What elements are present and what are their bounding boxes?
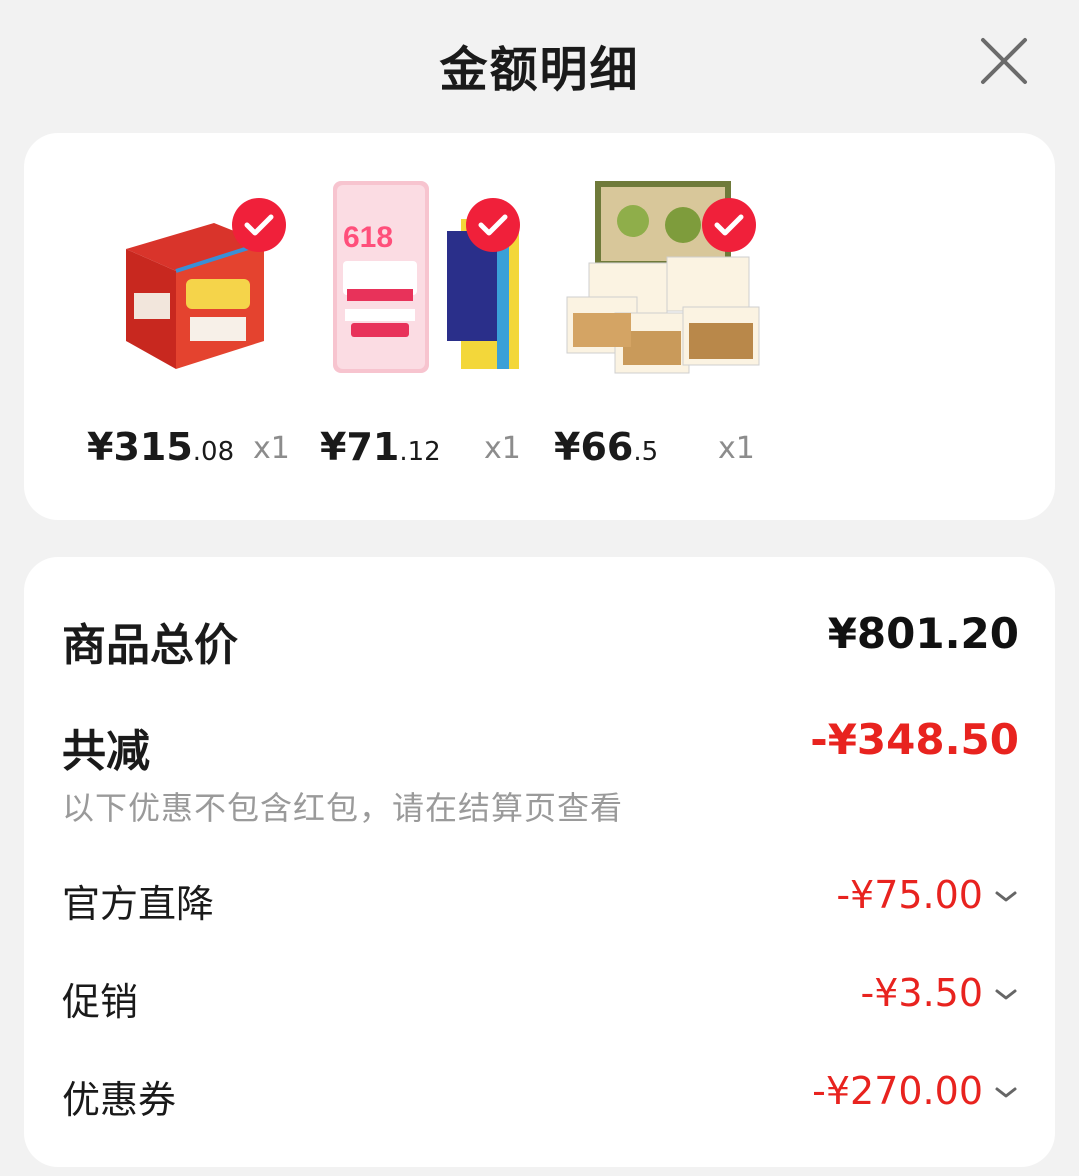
discount-note: 以下优惠不包含红包，请在结算页查看 xyxy=(62,789,624,827)
total-price-label: 商品总价 xyxy=(62,620,238,671)
product-price-row: ¥71.12 x1 xyxy=(320,425,560,475)
selected-check[interactable] xyxy=(232,198,286,252)
close-icon xyxy=(981,38,1027,84)
product-price: ¥71.12 xyxy=(320,425,441,469)
chevron-down-icon[interactable] xyxy=(993,887,1019,905)
product-item[interactable]: 618 ¥71.12 x1 xyxy=(314,133,544,520)
price-integer: ¥71 xyxy=(320,425,400,469)
price-decimal: .08 xyxy=(192,437,235,467)
amount-detail-sheet: 金额明细 ¥315.08 x1 618 ¥71.12 x1 ¥66.5 x1 商… xyxy=(0,0,1079,1176)
product-list-card: ¥315.08 x1 618 ¥71.12 x1 ¥66.5 x1 xyxy=(24,133,1055,520)
chevron-down-icon[interactable] xyxy=(993,1083,1019,1101)
product-quantity: x1 xyxy=(484,431,521,466)
product-quantity: x1 xyxy=(253,431,290,466)
selected-check[interactable] xyxy=(702,198,756,252)
discount-row-official[interactable]: 官方直降 -¥75.00 xyxy=(62,873,1019,926)
sheet-header: 金额明细 xyxy=(0,0,1079,130)
discount-value: -¥3.50 xyxy=(860,971,984,1015)
svg-text:618: 618 xyxy=(343,221,393,254)
discount-row-coupon[interactable]: 优惠券 -¥270.00 xyxy=(62,1069,1019,1122)
total-discount-row: 共减 -¥348.50 xyxy=(62,715,1019,777)
total-discount-label: 共减 xyxy=(62,726,150,777)
total-discount-value: -¥348.50 xyxy=(810,715,1019,764)
product-quantity: x1 xyxy=(718,431,755,466)
close-button[interactable] xyxy=(975,32,1033,90)
check-icon xyxy=(244,214,274,236)
product-item[interactable]: ¥315.08 x1 xyxy=(79,133,309,520)
price-decimal: .12 xyxy=(399,437,441,467)
product-item[interactable]: ¥66.5 x1 xyxy=(548,133,778,520)
chevron-down-icon[interactable] xyxy=(993,985,1019,1003)
discount-value: -¥75.00 xyxy=(836,873,983,917)
discount-row-promotion[interactable]: 促销 -¥3.50 xyxy=(62,971,1019,1024)
sheet-title: 金额明细 xyxy=(439,42,640,98)
product-price-row: ¥315.08 x1 xyxy=(87,425,327,475)
selected-check[interactable] xyxy=(466,198,520,252)
total-price-value: ¥801.20 xyxy=(827,609,1019,658)
discount-label: 官方直降 xyxy=(62,882,215,926)
price-integer: ¥315 xyxy=(87,425,193,469)
total-price-row: 商品总价 ¥801.20 xyxy=(62,609,1019,671)
price-decimal: .5 xyxy=(633,437,659,467)
check-icon xyxy=(714,214,744,236)
price-integer: ¥66 xyxy=(554,425,634,469)
discount-value: -¥270.00 xyxy=(812,1069,983,1113)
check-icon xyxy=(478,214,508,236)
product-price: ¥315.08 xyxy=(87,425,234,469)
price-summary-card: 商品总价 ¥801.20 共减 -¥348.50 以下优惠不包含红包，请在结算页… xyxy=(24,557,1055,1167)
discount-label: 优惠券 xyxy=(62,1078,177,1122)
product-price: ¥66.5 xyxy=(554,425,658,469)
discount-label: 促销 xyxy=(62,980,139,1024)
product-price-row: ¥66.5 x1 xyxy=(554,425,794,475)
